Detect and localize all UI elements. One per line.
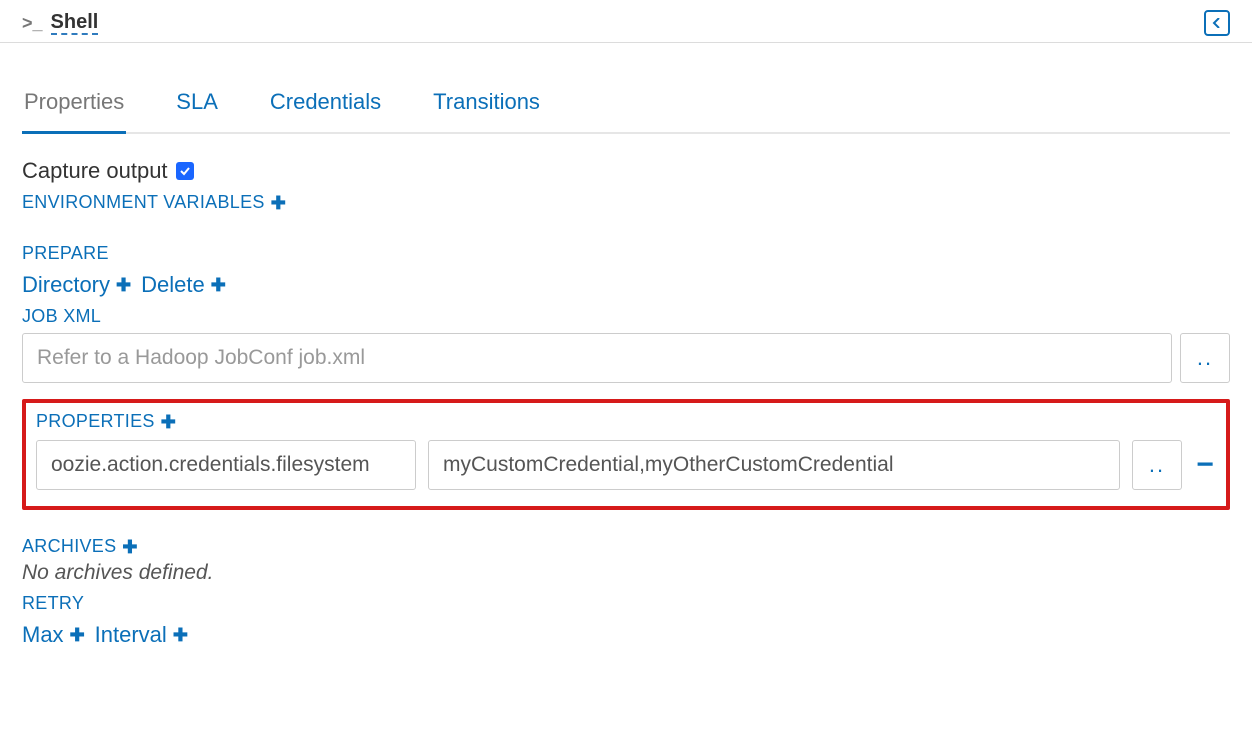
plus-icon: ✚ [116, 276, 131, 294]
tab-properties[interactable]: Properties [22, 79, 126, 134]
capture-output-section: Capture output ENVIRONMENT VARIABLES ✚ [22, 158, 1230, 213]
prepare-delete-add[interactable]: Delete ✚ [141, 272, 226, 298]
tab-sla[interactable]: SLA [174, 79, 220, 134]
plus-icon: ✚ [211, 276, 226, 294]
property-value-input[interactable] [428, 440, 1120, 490]
archives-empty-text: No archives defined. [22, 561, 1230, 585]
job-xml-row: .. [22, 333, 1230, 383]
check-icon [179, 165, 191, 177]
chevron-left-icon [1212, 18, 1222, 28]
header-left: >_ Shell [22, 11, 98, 35]
properties-heading-text: PROPERTIES [36, 411, 155, 432]
prepare-directory-label: Directory [22, 272, 110, 298]
retry-heading: RETRY [22, 593, 1230, 614]
plus-icon: ✚ [173, 626, 188, 644]
archives-heading: ARCHIVES ✚ [22, 536, 1230, 557]
tab-credentials[interactable]: Credentials [268, 79, 383, 134]
job-xml-browse-button[interactable]: .. [1180, 333, 1230, 383]
capture-output-checkbox[interactable] [176, 162, 194, 180]
content: Properties SLA Credentials Transitions C… [0, 77, 1252, 738]
capture-output-label: Capture output [22, 158, 168, 184]
collapse-panel-button[interactable] [1204, 10, 1230, 36]
panel-header: >_ Shell [0, 0, 1252, 43]
archives-section: ARCHIVES ✚ No archives defined. RETRY Ma… [22, 536, 1230, 648]
shell-prompt-icon: >_ [22, 14, 43, 32]
retry-max-add[interactable]: Max ✚ [22, 622, 85, 648]
property-row: .. − [36, 440, 1216, 490]
add-env-var-button[interactable]: ✚ [271, 194, 286, 212]
property-key-input[interactable] [36, 440, 416, 490]
property-browse-button[interactable]: .. [1132, 440, 1182, 490]
archives-heading-text: ARCHIVES [22, 536, 116, 557]
tab-bar: Properties SLA Credentials Transitions [22, 77, 1230, 134]
retry-heading-text: RETRY [22, 593, 84, 614]
retry-interval-add[interactable]: Interval ✚ [95, 622, 188, 648]
header-right [1204, 10, 1230, 36]
env-vars-heading: ENVIRONMENT VARIABLES ✚ [22, 192, 1230, 213]
action-title[interactable]: Shell [51, 11, 99, 35]
prepare-heading-text: PREPARE [22, 243, 109, 264]
add-archive-button[interactable]: ✚ [122, 538, 137, 556]
plus-icon: ✚ [70, 626, 85, 644]
add-property-button[interactable]: ✚ [161, 413, 176, 431]
retry-interval-label: Interval [95, 622, 167, 648]
properties-heading: PROPERTIES ✚ [36, 411, 1216, 432]
content-scroll[interactable]: Properties SLA Credentials Transitions C… [0, 43, 1252, 738]
remove-property-button[interactable]: − [1194, 440, 1216, 490]
prepare-heading: PREPARE [22, 243, 1230, 264]
minus-icon: − [1196, 448, 1214, 482]
properties-highlight: PROPERTIES ✚ .. − [22, 399, 1230, 510]
prepare-section: PREPARE Directory ✚ Delete ✚ JOB XML .. [22, 243, 1230, 383]
prepare-delete-label: Delete [141, 272, 205, 298]
retry-max-label: Max [22, 622, 64, 648]
tab-transitions[interactable]: Transitions [431, 79, 542, 134]
env-vars-heading-text: ENVIRONMENT VARIABLES [22, 192, 265, 213]
job-xml-heading: JOB XML [22, 306, 1230, 327]
job-xml-heading-text: JOB XML [22, 306, 101, 327]
job-xml-input[interactable] [22, 333, 1172, 383]
prepare-directory-add[interactable]: Directory ✚ [22, 272, 131, 298]
